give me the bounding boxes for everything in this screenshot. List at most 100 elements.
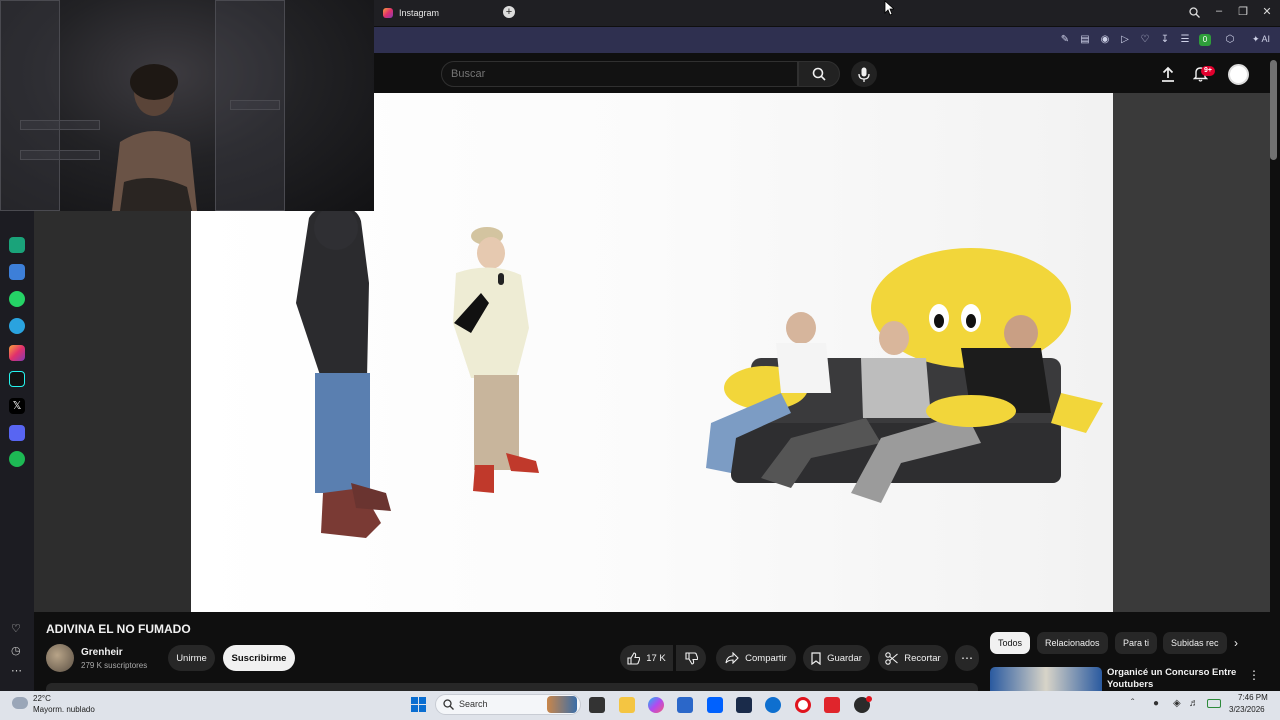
share-button[interactable]: Compartir	[716, 645, 796, 671]
notifications-badge: 9+	[1201, 66, 1215, 76]
windows-start-icon[interactable]	[411, 697, 426, 712]
weather-temperature[interactable]: 22°C	[33, 694, 51, 703]
ai-label: AI	[1261, 34, 1271, 44]
instagram-sidebar-icon[interactable]	[9, 345, 25, 361]
menu-icon[interactable]: ☰	[1179, 34, 1191, 46]
page-scrollbar[interactable]	[1270, 60, 1277, 160]
scissors-icon	[885, 651, 899, 665]
download-icon[interactable]: ↧	[1159, 34, 1171, 46]
tab-instagram[interactable]: Instagram	[383, 4, 515, 22]
recommended-thumbnail[interactable]	[990, 667, 1102, 691]
chip-relacionados[interactable]: Relacionados	[1037, 632, 1108, 654]
volume-icon[interactable]: ♬	[1189, 698, 1199, 709]
share-label: Compartir	[745, 652, 787, 664]
chip-todos[interactable]: Todos	[990, 632, 1031, 654]
search-tabs-icon[interactable]	[1189, 7, 1200, 18]
thumbs-up-icon	[627, 651, 641, 665]
upload-button[interactable]	[1158, 64, 1178, 84]
app-icon[interactable]	[736, 697, 752, 713]
calendar-icon[interactable]	[9, 264, 25, 280]
history-icon[interactable]: ◷	[11, 644, 21, 657]
outlook-icon[interactable]	[765, 697, 781, 713]
wps-icon[interactable]	[824, 697, 840, 713]
chip-para-ti[interactable]: Para ti	[1115, 632, 1158, 654]
minimize-button[interactable]: –	[1211, 5, 1227, 17]
new-tab-button[interactable]: +	[503, 6, 515, 18]
instagram-icon	[383, 8, 393, 18]
discord-icon[interactable]	[9, 425, 25, 441]
telegram-icon[interactable]	[9, 318, 25, 334]
player-ambient-right	[1113, 93, 1270, 612]
more-dots-icon: ⋯	[961, 651, 973, 665]
account-avatar[interactable]	[1228, 64, 1249, 85]
person-hoodie	[296, 206, 391, 538]
x-twitter-icon[interactable]: 𝕏	[9, 398, 25, 414]
streamer	[112, 64, 197, 211]
webcam-overlay	[0, 0, 374, 211]
search-input[interactable]	[451, 67, 781, 81]
share-icon	[725, 652, 739, 664]
close-window-button[interactable]: ✕	[1259, 5, 1275, 18]
clip-button[interactable]: Recortar	[878, 645, 948, 671]
heart-icon[interactable]: ♡	[1139, 34, 1151, 46]
more-sidebar-icon[interactable]: ⋯	[11, 664, 22, 677]
taskbar-search-icon	[443, 699, 454, 710]
join-button[interactable]: Unirme	[168, 645, 215, 671]
extension-badge[interactable]: 0	[1199, 34, 1211, 46]
taskbar-search-label: Search	[459, 699, 488, 709]
recommended-menu-icon[interactable]: ⋮	[1248, 668, 1260, 682]
clock-date[interactable]: 3/23/2026	[1229, 705, 1265, 714]
clip-label: Recortar	[904, 652, 941, 664]
edit-icon[interactable]: ✎	[1059, 34, 1071, 46]
shield-icon[interactable]: ◉	[1099, 34, 1111, 46]
voice-search-button[interactable]	[851, 61, 877, 87]
channel-name[interactable]: Grenheir	[81, 647, 123, 658]
chip-subidas-recientes[interactable]: Subidas rec	[1163, 632, 1227, 654]
chevron-right-icon[interactable]: ›	[1234, 636, 1238, 650]
tiktok-icon[interactable]	[9, 371, 25, 387]
weather-description[interactable]: Mayorm. nublado	[33, 705, 95, 714]
save-label: Guardar	[827, 652, 862, 664]
dropbox-icon[interactable]	[707, 697, 723, 713]
drawer	[230, 100, 280, 110]
more-actions-button[interactable]: ⋯	[955, 645, 979, 671]
recommended-title[interactable]: Organicé un Concurso Entre Youtubers	[1107, 667, 1242, 691]
opera-icon[interactable]	[795, 697, 811, 713]
dislike-button[interactable]	[676, 645, 706, 671]
whatsapp-icon[interactable]	[9, 291, 25, 307]
play-icon[interactable]: ▷	[1119, 34, 1131, 46]
search-button[interactable]	[798, 61, 840, 87]
tray-mic-icon[interactable]: ●	[1153, 698, 1159, 709]
chatgpt-icon[interactable]	[9, 237, 25, 253]
cloud-icon[interactable]	[12, 697, 28, 709]
microphone-icon	[858, 67, 870, 82]
store-icon[interactable]	[677, 697, 693, 713]
cabinet-left	[0, 0, 60, 211]
spotify-icon[interactable]	[9, 451, 25, 467]
maximize-button[interactable]: ❐	[1235, 5, 1251, 18]
subscriber-count: 279 K suscriptores	[81, 661, 148, 670]
channel-avatar[interactable]	[46, 644, 74, 672]
copilot-icon[interactable]	[648, 697, 664, 713]
save-button[interactable]: Guardar	[803, 645, 870, 671]
task-view-icon[interactable]	[589, 697, 605, 713]
camera-icon[interactable]: ▤	[1079, 34, 1091, 46]
description-box[interactable]	[46, 683, 978, 691]
ai-button[interactable]: ✦ AI	[1252, 34, 1270, 46]
file-explorer-icon[interactable]	[619, 697, 635, 713]
battery-icon[interactable]	[1207, 699, 1221, 708]
tray-chevron-up-icon[interactable]: ˆ	[1131, 698, 1134, 709]
like-button[interactable]: 17 K	[620, 645, 673, 671]
person-interviewer	[453, 227, 539, 493]
search-highlight-image	[547, 696, 577, 713]
clock-time[interactable]: 7:46 PM	[1238, 693, 1268, 702]
recording-dot	[866, 696, 872, 702]
cube-icon[interactable]: ⬡	[1224, 34, 1236, 46]
wifi-icon[interactable]: ◈	[1173, 698, 1181, 709]
subscribe-button[interactable]: Suscribirme	[223, 645, 295, 671]
thumbs-down-icon	[684, 651, 698, 665]
favorites-icon[interactable]: ♡	[11, 622, 21, 635]
sparkle-icon: ✦	[1252, 34, 1260, 44]
tab-title: Instagram	[399, 8, 440, 18]
search-icon	[812, 67, 826, 81]
